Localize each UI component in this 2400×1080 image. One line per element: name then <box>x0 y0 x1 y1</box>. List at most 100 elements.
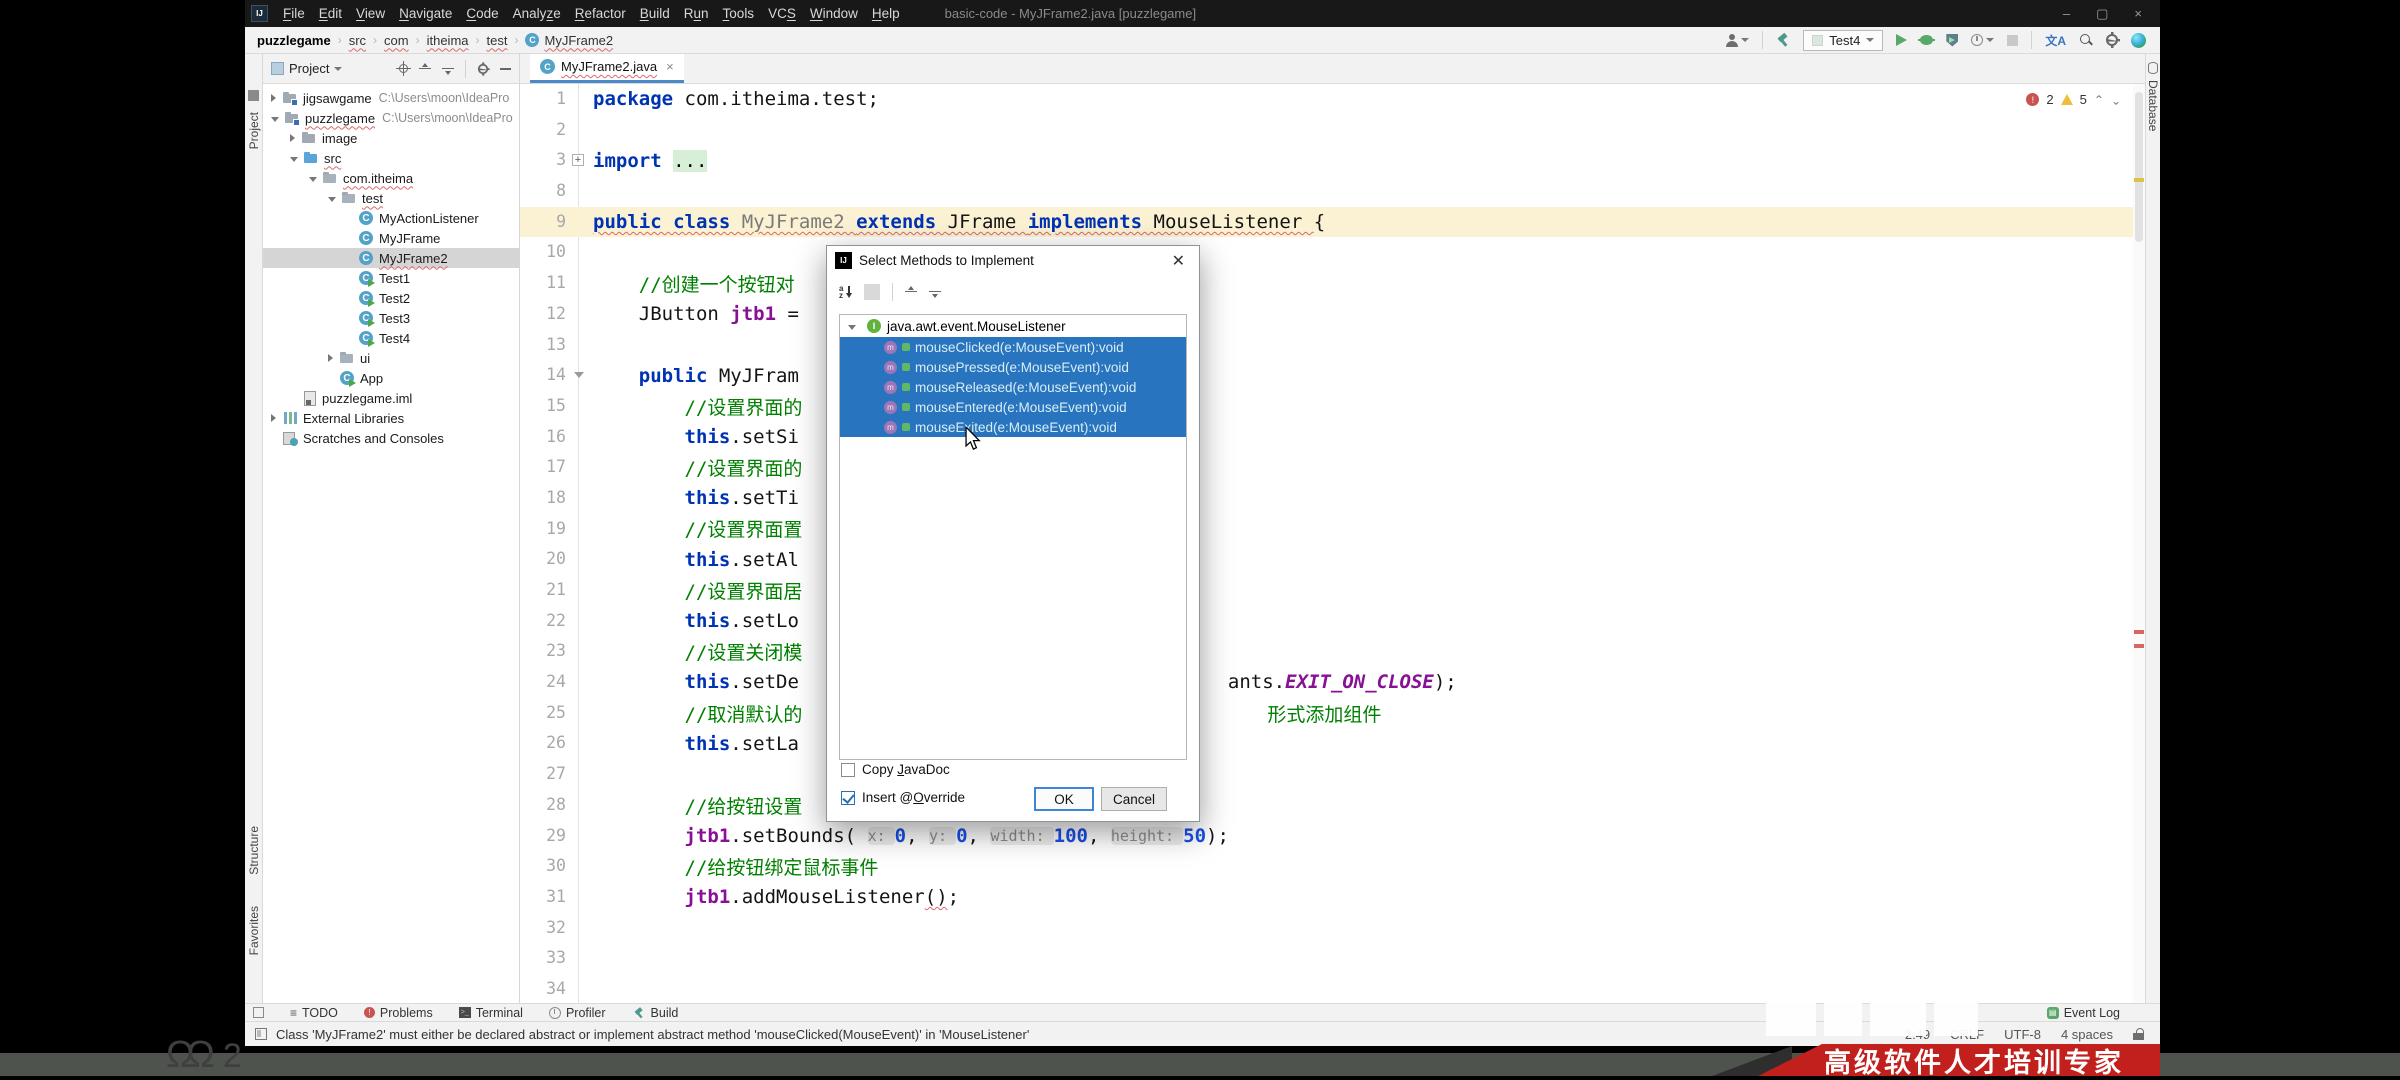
code-line-2[interactable]: 2 <box>520 115 2133 146</box>
chevron-down-icon[interactable] <box>271 117 279 122</box>
collapse-all-icon[interactable] <box>929 286 941 298</box>
tree-item-puzzlegame[interactable]: puzzlegameC:\Users\moon\IdeaPro <box>263 108 519 128</box>
terminal-tool-button[interactable]: >_Terminal <box>459 1006 523 1020</box>
code-line-27[interactable]: 27 <box>520 759 2133 790</box>
breadcrumb-item-puzzlegame[interactable]: puzzlegame <box>257 33 331 48</box>
code-line-19[interactable]: 19 //设置界面置 <box>520 514 2133 545</box>
build-hammer-icon[interactable] <box>1776 33 1790 47</box>
menu-run[interactable]: Run <box>677 6 716 21</box>
code-line-11[interactable]: 11 //创建一个按钮对 <box>520 268 2133 299</box>
menu-help[interactable]: Help <box>865 6 907 21</box>
encoding[interactable]: UTF-8 <box>2004 1027 2041 1042</box>
menu-build[interactable]: Build <box>633 6 677 21</box>
tree-item-test4[interactable]: Test4 <box>263 328 519 348</box>
code-line-25[interactable]: 25 //取消默认的形式添加组件 <box>520 698 2133 729</box>
chevron-right-icon[interactable] <box>290 134 295 142</box>
tree-item-test[interactable]: test <box>263 188 519 208</box>
method-item-mousereleased[interactable]: mmouseReleased(e:MouseEvent):void <box>840 377 1186 397</box>
chevron-right-icon[interactable] <box>328 354 333 362</box>
close-button[interactable]: × <box>2134 6 2142 22</box>
code-line-16[interactable]: 16 this.setSi <box>520 422 2133 453</box>
run-button[interactable] <box>1896 34 1907 46</box>
fold-arrow-icon[interactable] <box>574 372 584 378</box>
cancel-button[interactable]: Cancel <box>1101 787 1167 811</box>
tree-item-myjframe[interactable]: MyJFrame <box>263 228 519 248</box>
fold-plus-icon[interactable]: + <box>572 154 584 166</box>
code-line-10[interactable]: 10 <box>520 237 2133 268</box>
breadcrumb-item-itheima[interactable]: itheima <box>427 33 469 48</box>
tree-item-myactionlistener[interactable]: MyActionListener <box>263 208 519 228</box>
method-item-mouseclicked[interactable]: mmouseClicked(e:MouseEvent):void <box>840 337 1186 357</box>
code-line-17[interactable]: 17 //设置界面的 <box>520 452 2133 483</box>
tree-item-ui[interactable]: ui <box>263 348 519 368</box>
error-stripe-mark[interactable] <box>2134 630 2144 634</box>
breadcrumb-item-com[interactable]: com <box>384 33 409 48</box>
coverage-button[interactable] <box>1946 34 1958 47</box>
code-line-28[interactable]: 28 //给按钮设置 <box>520 790 2133 821</box>
tree-item-jigsawgame[interactable]: jigsawgameC:\Users\moon\IdeaPro <box>263 88 519 108</box>
chevron-down-icon[interactable] <box>309 177 317 182</box>
code-line-32[interactable]: 32 <box>520 913 2133 944</box>
panel-settings-gear-icon[interactable] <box>478 63 488 73</box>
code-line-18[interactable]: 18 this.setTi <box>520 483 2133 514</box>
tree-item-external-libraries[interactable]: External Libraries <box>263 408 519 428</box>
code-line-21[interactable]: 21 //设置界面居 <box>520 575 2133 606</box>
insert-override-checkbox[interactable]: Insert @Override <box>841 790 965 805</box>
project-tool-icon[interactable] <box>248 90 259 101</box>
inspections-widget[interactable]: ! 2 5 ⌃ ⌃ <box>2026 92 2121 107</box>
problems-tool-button[interactable]: !Problems <box>364 1006 433 1020</box>
tree-item-test1[interactable]: Test1 <box>263 268 519 288</box>
breadcrumb-item-test[interactable]: test <box>487 33 508 48</box>
code-line-23[interactable]: 23 //设置关闭模 <box>520 636 2133 667</box>
dialog-title-bar[interactable]: IJ Select Methods to Implement ✕ <box>827 246 1199 275</box>
code-line-30[interactable]: 30 //给按钮绑定鼠标事件 <box>520 851 2133 882</box>
code-line-15[interactable]: 15 //设置界面的 <box>520 391 2133 422</box>
code-line-12[interactable]: 12 JButton jtb1 = <box>520 299 2133 330</box>
chevron-right-icon[interactable] <box>271 94 276 102</box>
menu-navigate[interactable]: Navigate <box>392 6 459 21</box>
warning-stripe-mark[interactable] <box>2134 178 2144 182</box>
search-everywhere-icon[interactable] <box>2079 33 2093 47</box>
tool-stripe-database[interactable]: Database <box>2146 80 2160 131</box>
dialog-close-icon[interactable]: ✕ <box>1166 251 1191 271</box>
code-line-26[interactable]: 26 this.setLa <box>520 728 2133 759</box>
code-line-22[interactable]: 22 this.setLo <box>520 606 2133 637</box>
menu-view[interactable]: View <box>349 6 392 21</box>
expand-all-icon[interactable] <box>419 63 431 75</box>
code-line-31[interactable]: 31 jtb1.addMouseListener(); <box>520 882 2133 913</box>
breadcrumb-item-myjframe2[interactable]: MyJFrame2 <box>544 33 613 48</box>
chevron-down-icon[interactable] <box>328 197 336 202</box>
menu-refactor[interactable]: Refactor <box>568 6 633 21</box>
code-line-29[interactable]: 29 jtb1.setBounds( x: 0, y: 0, width: 10… <box>520 821 2133 852</box>
tool-window-switcher[interactable] <box>253 1007 264 1018</box>
collapse-all-icon[interactable] <box>442 63 454 75</box>
profiler-button[interactable] <box>1971 34 1994 46</box>
tree-item-myjframe2[interactable]: MyJFrame2 <box>263 248 519 268</box>
profiler-tool-button[interactable]: Profiler <box>549 1006 606 1020</box>
unlock-icon[interactable] <box>2133 1028 2144 1040</box>
ide-features-sphere-icon[interactable] <box>2131 33 2146 48</box>
chevron-right-icon[interactable] <box>271 414 276 422</box>
chevron-down-icon[interactable] <box>334 67 342 71</box>
interface-node[interactable]: I java.awt.event.MouseListener <box>840 315 1186 337</box>
method-item-mouseentered[interactable]: mmouseEntered(e:MouseEvent):void <box>840 397 1186 417</box>
copy-javadoc-checkbox[interactable]: Copy JavaDoc <box>841 762 950 777</box>
code-area[interactable]: 1package com.itheima.test;23+import ...8… <box>520 84 2133 1003</box>
menu-window[interactable]: Window <box>803 6 865 21</box>
tab-myjframe2[interactable]: C MyJFrame2.java × <box>530 54 684 83</box>
tree-item-puzzlegame-iml[interactable]: puzzlegame.iml <box>263 388 519 408</box>
todo-tool-button[interactable]: ≡TODO <box>290 1006 338 1020</box>
settings-gear-icon[interactable] <box>2106 34 2118 46</box>
tree-item-scratches-and-consoles[interactable]: Scratches and Consoles <box>263 428 519 448</box>
tree-item-com-itheima[interactable]: com.itheima <box>263 168 519 188</box>
menu-edit[interactable]: Edit <box>312 6 349 21</box>
locate-file-icon[interactable] <box>399 64 408 73</box>
tab-close-icon[interactable]: × <box>666 59 674 74</box>
tree-item-src[interactable]: src <box>263 148 519 168</box>
build-tool-button[interactable]: Build <box>632 1006 679 1020</box>
project-panel-title[interactable]: Project <box>289 61 329 76</box>
minimize-button[interactable]: – <box>2063 6 2070 22</box>
scrollbar-thumb[interactable] <box>2135 92 2143 242</box>
method-item-mousepressed[interactable]: mmousePressed(e:MouseEvent):void <box>840 357 1186 377</box>
hide-panel-icon[interactable] <box>500 68 511 70</box>
